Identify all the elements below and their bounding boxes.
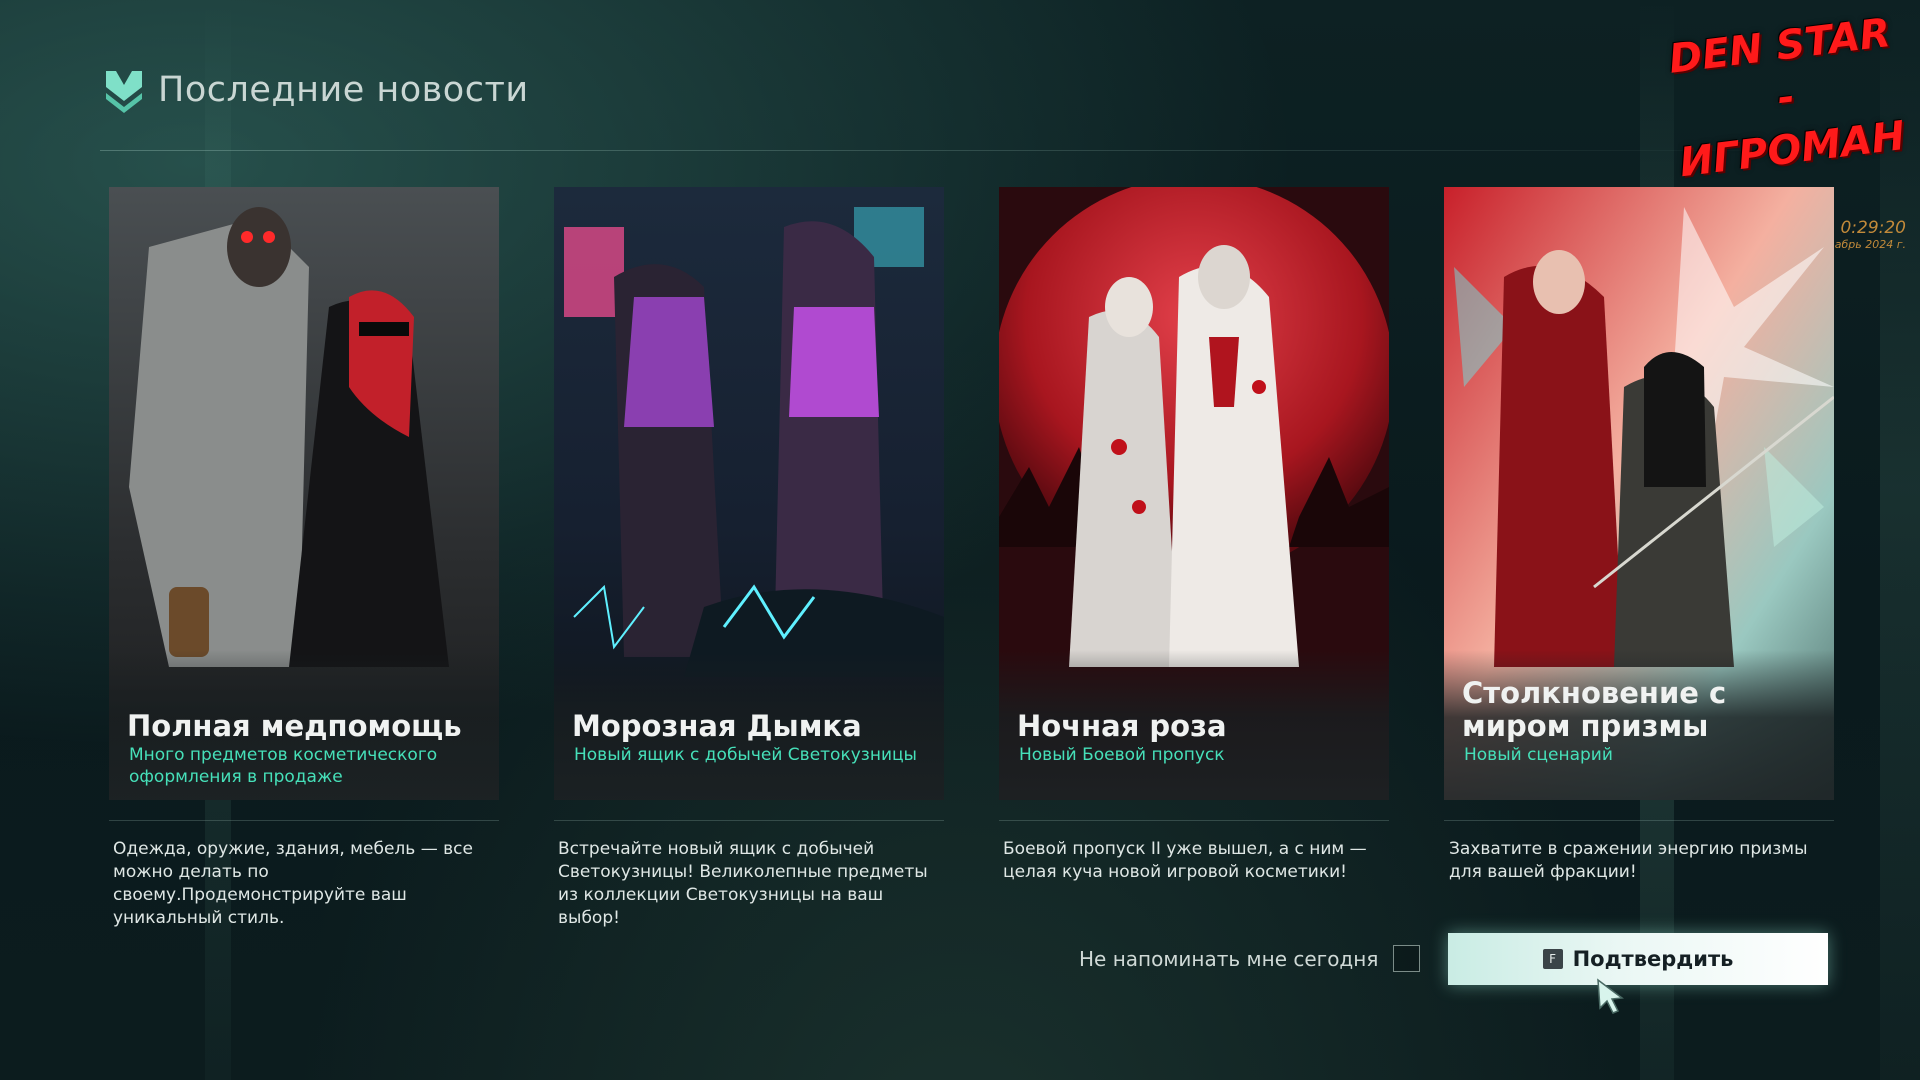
confirm-button[interactable]: F Подтвердить — [1448, 933, 1828, 985]
brand-logo-icon — [106, 71, 142, 113]
confirm-button-label: Подтвердить — [1572, 947, 1734, 971]
card-divider — [554, 820, 944, 821]
streamer-watermark: DEN STAR - ИГРОМАН — [1657, 6, 1914, 190]
card-subtitle: Много предметов косметического оформлени… — [129, 745, 438, 787]
card-divider — [999, 820, 1389, 821]
header-divider — [100, 150, 1820, 151]
page-header: Последние новости — [104, 62, 529, 118]
card-title: Полная медпомощь — [127, 709, 462, 743]
card-subtitle: Новый сценарий — [1464, 745, 1613, 765]
page-title: Последние новости — [158, 70, 529, 110]
clock-date: абрь 2024 г. — [1834, 238, 1906, 251]
news-card-frost-haze[interactable]: Морозная Дымка Новый ящик с добычей Свет… — [554, 187, 944, 800]
overlay-clock: 0:29:20 абрь 2024 г. — [1835, 218, 1906, 251]
news-card-prism-clash[interactable]: Столкновение с миром призмы Новый сценар… — [1444, 187, 1834, 800]
clock-time: 0:29:20 — [1840, 218, 1906, 238]
card-subtitle: Новый ящик с добычей Светокузницы — [574, 745, 917, 765]
card-title: Ночная роза — [1017, 709, 1227, 743]
mouse-cursor-icon — [1597, 978, 1624, 1014]
dont-remind-label: Не напоминать мне сегодня — [1079, 947, 1379, 971]
card-description: Боевой пропуск II уже вышел, а с ним — ц… — [1003, 839, 1367, 882]
card-description: Одежда, оружие, здания, мебель — все мож… — [113, 839, 473, 928]
card-description: Встречайте новый ящик с добычей Светокуз… — [558, 839, 928, 928]
news-card-night-rose[interactable]: Ночная роза Новый Боевой пропуск — [999, 187, 1389, 800]
card-subtitle: Новый Боевой пропуск — [1019, 745, 1225, 765]
card-divider — [1444, 820, 1834, 821]
card-divider — [109, 820, 499, 821]
card-title: Морозная Дымка — [572, 709, 862, 743]
card-description: Захватите в сражении энергию призмы для … — [1449, 839, 1808, 882]
news-card-full-medical[interactable]: Полная медпомощь Много предметов космети… — [109, 187, 499, 800]
keyboard-key-hint: F — [1542, 949, 1563, 969]
card-title: Столкновение с миром призмы — [1462, 676, 1727, 743]
dont-remind-checkbox[interactable] — [1393, 945, 1420, 972]
